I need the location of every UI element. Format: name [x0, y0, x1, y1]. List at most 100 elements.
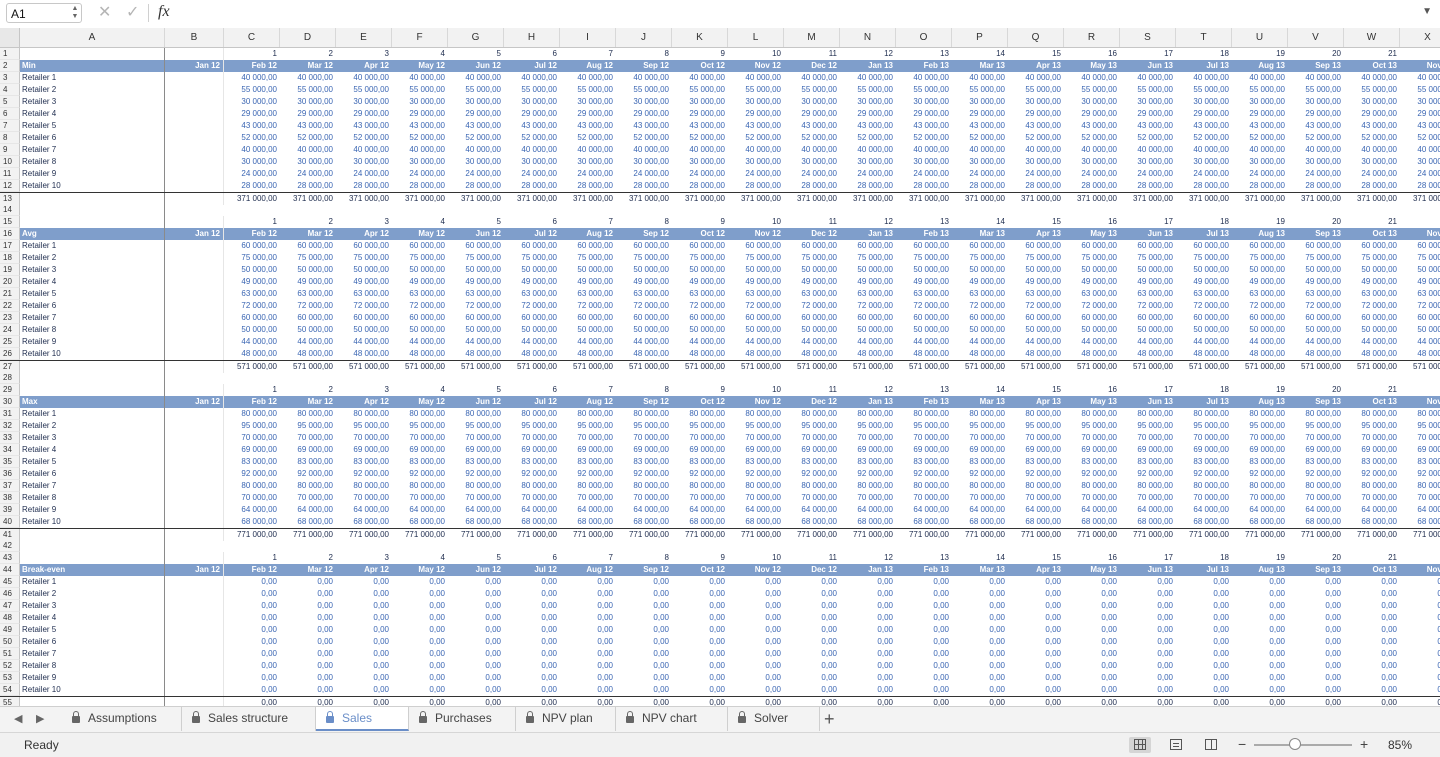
retailer-value-cell[interactable]: 0,00 [1400, 684, 1440, 696]
row-header[interactable]: 40 [0, 516, 20, 528]
cancel-icon[interactable]: ✕ [98, 4, 111, 22]
retailer-value-cell[interactable]: 68 000,00 [840, 516, 896, 528]
retailer-value-cell[interactable]: 83 000,00 [224, 456, 280, 468]
month-header-cell[interactable]: Feb 12 [224, 228, 280, 240]
retailer-value-cell[interactable]: 64 000,00 [1400, 504, 1440, 516]
retailer-value-cell[interactable]: 80 000,00 [448, 480, 504, 492]
retailer-value-cell[interactable]: 48 000,00 [448, 348, 504, 360]
retailer-value-cell[interactable]: 40 000,00 [728, 144, 784, 156]
retailer-value-cell[interactable]: 95 000,00 [1064, 420, 1120, 432]
retailer-value-cell[interactable]: 50 000,00 [392, 324, 448, 336]
retailer-value-cell[interactable]: 60 000,00 [1344, 240, 1400, 252]
retailer-value-cell[interactable]: 0,00 [672, 624, 728, 636]
retailer-value-cell[interactable]: 69 000,00 [280, 444, 336, 456]
period-number-cell[interactable]: 4 [392, 552, 448, 564]
retailer-value-cell[interactable]: 24 000,00 [728, 168, 784, 180]
insert-function-icon[interactable]: fx [158, 3, 170, 21]
retailer-value-cell[interactable]: 29 000,00 [392, 108, 448, 120]
cell-empty[interactable] [20, 540, 165, 552]
retailer-value-cell[interactable]: 0,00 [504, 684, 560, 696]
retailer-value-cell[interactable]: 80 000,00 [840, 480, 896, 492]
retailer-value-cell[interactable]: 70 000,00 [1288, 432, 1344, 444]
row-header[interactable]: 34 [0, 444, 20, 456]
cell-empty[interactable] [20, 216, 165, 228]
month-header-cell[interactable]: Mar 12 [280, 60, 336, 72]
retailer-value-cell[interactable]: 80 000,00 [896, 408, 952, 420]
retailer-value-cell[interactable]: 63 000,00 [224, 288, 280, 300]
retailer-value-cell[interactable]: 28 000,00 [560, 180, 616, 192]
cell-empty[interactable] [20, 697, 165, 706]
row-header[interactable]: 18 [0, 252, 20, 264]
cell-empty[interactable] [165, 552, 224, 564]
tab-scroll-right-icon[interactable]: ▶ [36, 712, 44, 725]
retailer-value-cell[interactable]: 80 000,00 [1288, 408, 1344, 420]
retailer-value-cell[interactable]: 63 000,00 [504, 288, 560, 300]
retailer-value-cell[interactable]: 50 000,00 [1176, 264, 1232, 276]
retailer-value-cell[interactable]: 49 000,00 [392, 276, 448, 288]
retailer-value-cell[interactable]: 75 000,00 [1232, 252, 1288, 264]
retailer-value-cell[interactable]: 0,00 [784, 684, 840, 696]
retailer-value-cell[interactable]: 49 000,00 [336, 276, 392, 288]
retailer-value-cell[interactable]: 80 000,00 [336, 480, 392, 492]
retailer-value-cell[interactable]: 0,00 [952, 612, 1008, 624]
retailer-value-cell[interactable]: 68 000,00 [616, 516, 672, 528]
retailer-value-cell[interactable]: 75 000,00 [1176, 252, 1232, 264]
month-header-cell[interactable]: Oct 12 [672, 564, 728, 576]
period-number-cell[interactable]: 2 [280, 48, 336, 60]
retailer-value-cell[interactable]: 28 000,00 [672, 180, 728, 192]
cell-empty[interactable] [165, 600, 224, 612]
retailer-value-cell[interactable]: 70 000,00 [1288, 492, 1344, 504]
retailer-value-cell[interactable]: 29 000,00 [728, 108, 784, 120]
retailer-value-cell[interactable]: 72 000,00 [1344, 300, 1400, 312]
retailer-value-cell[interactable]: 70 000,00 [1064, 432, 1120, 444]
retailer-value-cell[interactable]: 0,00 [1344, 648, 1400, 660]
retailer-value-cell[interactable]: 0,00 [224, 636, 280, 648]
retailer-value-cell[interactable]: 49 000,00 [1008, 276, 1064, 288]
month-header-cell[interactable]: Oct 13 [1344, 396, 1400, 408]
retailer-value-cell[interactable]: 0,00 [280, 636, 336, 648]
column-header-o[interactable]: O [896, 28, 952, 47]
retailer-value-cell[interactable]: 0,00 [1288, 636, 1344, 648]
month-header-cell[interactable]: Apr 13 [1008, 396, 1064, 408]
total-cell[interactable]: 0,00 [1176, 697, 1232, 706]
retailer-value-cell[interactable]: 75 000,00 [616, 252, 672, 264]
retailer-value-cell[interactable]: 60 000,00 [616, 240, 672, 252]
retailer-name[interactable]: Retailer 10 [20, 684, 165, 696]
retailer-value-cell[interactable]: 40 000,00 [448, 72, 504, 84]
retailer-value-cell[interactable]: 0,00 [728, 648, 784, 660]
retailer-value-cell[interactable]: 70 000,00 [448, 492, 504, 504]
retailer-value-cell[interactable]: 0,00 [1344, 600, 1400, 612]
retailer-value-cell[interactable]: 0,00 [1176, 588, 1232, 600]
retailer-value-cell[interactable]: 24 000,00 [672, 168, 728, 180]
row-header[interactable]: 33 [0, 432, 20, 444]
retailer-value-cell[interactable]: 0,00 [616, 660, 672, 672]
retailer-value-cell[interactable]: 95 000,00 [560, 420, 616, 432]
retailer-value-cell[interactable]: 52 000,00 [896, 132, 952, 144]
retailer-value-cell[interactable]: 44 000,00 [392, 336, 448, 348]
period-number-cell[interactable]: 14 [952, 384, 1008, 396]
retailer-value-cell[interactable]: 52 000,00 [1344, 132, 1400, 144]
period-number-cell[interactable]: 9 [672, 384, 728, 396]
retailer-value-cell[interactable]: 68 000,00 [784, 516, 840, 528]
month-header-cell[interactable]: Oct 13 [1344, 564, 1400, 576]
retailer-value-cell[interactable]: 80 000,00 [1008, 408, 1064, 420]
period-number-cell[interactable]: 5 [448, 384, 504, 396]
retailer-value-cell[interactable]: 63 000,00 [616, 288, 672, 300]
month-header-cell[interactable]: Sep 12 [616, 60, 672, 72]
retailer-value-cell[interactable]: 0,00 [560, 612, 616, 624]
retailer-value-cell[interactable]: 44 000,00 [1344, 336, 1400, 348]
cell-empty[interactable] [165, 408, 224, 420]
month-header-cell[interactable]: Mar 12 [280, 396, 336, 408]
month-header-cell[interactable]: Nov 12 [728, 564, 784, 576]
retailer-value-cell[interactable]: 63 000,00 [728, 288, 784, 300]
period-number-cell[interactable]: 17 [1120, 216, 1176, 228]
retailer-value-cell[interactable]: 80 000,00 [728, 408, 784, 420]
column-header-v[interactable]: V [1288, 28, 1344, 47]
retailer-value-cell[interactable]: 40 000,00 [1120, 72, 1176, 84]
retailer-value-cell[interactable]: 50 000,00 [1288, 324, 1344, 336]
retailer-value-cell[interactable]: 80 000,00 [896, 480, 952, 492]
retailer-value-cell[interactable]: 0,00 [224, 588, 280, 600]
retailer-value-cell[interactable]: 60 000,00 [1288, 240, 1344, 252]
normal-view-button[interactable] [1129, 737, 1151, 753]
row-header[interactable]: 35 [0, 456, 20, 468]
